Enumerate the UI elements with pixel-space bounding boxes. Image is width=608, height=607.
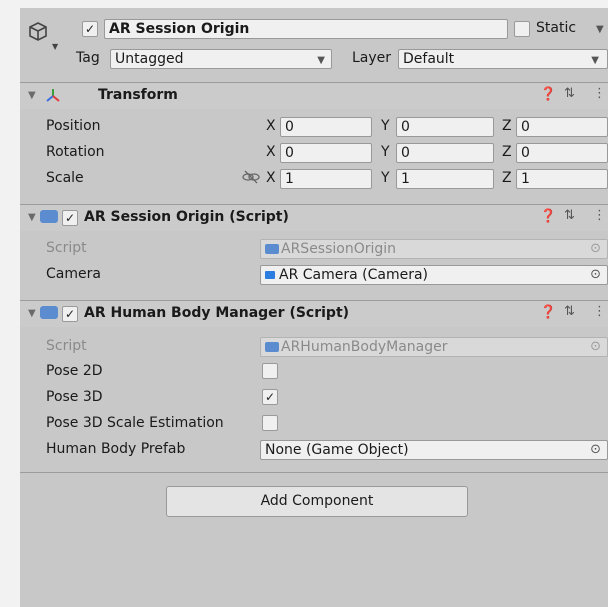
axis-y-label: Y	[381, 170, 390, 186]
preset-icon[interactable]: ⇅	[564, 208, 575, 223]
pose3d-label: Pose 3D	[46, 389, 103, 405]
help-icon[interactable]: ❓	[540, 209, 556, 224]
layer-label: Layer	[352, 50, 392, 66]
preset-icon[interactable]: ⇅	[564, 86, 575, 101]
position-x-field[interactable]: 0	[280, 117, 372, 137]
prefab-value: None (Game Object)	[265, 442, 409, 458]
script-icon	[265, 342, 279, 352]
gameobject-icon	[26, 20, 50, 44]
static-dropdown-arrow[interactable]: ▼	[596, 24, 604, 35]
axis-y-label: Y	[381, 118, 390, 134]
tag-value: Untagged	[115, 51, 184, 67]
object-picker-icon: ⊙	[590, 241, 601, 256]
foldout-arrow-icon[interactable]: ▼	[28, 90, 36, 101]
axis-x-label: X	[266, 118, 276, 134]
gameobject-icon-dropdown[interactable]: ▼	[52, 42, 58, 51]
axis-z-label: Z	[502, 118, 512, 134]
object-picker-icon[interactable]: ⊙	[590, 266, 601, 284]
session-origin-script-field: ARSessionOrigin ⊙	[260, 239, 608, 259]
axis-y-label: Y	[381, 144, 390, 160]
menu-icon[interactable]: ⋮	[593, 208, 606, 223]
inspector-panel: ▼ ✓ AR Session Origin Static ▼ Tag Untag…	[20, 8, 608, 607]
position-y-field[interactable]: 0	[396, 117, 494, 137]
script-label: Script	[46, 338, 87, 354]
transform-header[interactable]: ▼ Transform ❓ ⇅ ⋮	[20, 82, 608, 109]
tag-label: Tag	[76, 50, 100, 66]
chevron-down-icon: ▼	[317, 55, 325, 66]
transform-icon	[44, 86, 62, 108]
scale-z-field[interactable]: 1	[516, 169, 608, 189]
script-label: Script	[46, 240, 87, 256]
body-manager-script-field: ARHumanBodyManager ⊙	[260, 337, 608, 357]
scale-y-field[interactable]: 1	[396, 169, 494, 189]
axis-z-label: Z	[502, 144, 512, 160]
pose2d-label: Pose 2D	[46, 363, 103, 379]
menu-icon[interactable]: ⋮	[593, 86, 606, 101]
pose2d-checkbox[interactable]	[262, 363, 278, 379]
session-origin-header[interactable]: ▼ ✓ AR Session Origin (Script) ❓ ⇅ ⋮	[20, 204, 608, 231]
layer-value: Default	[403, 51, 455, 67]
position-label: Position	[46, 118, 101, 134]
active-toggle[interactable]: ✓	[82, 21, 98, 37]
camera-value: AR Camera (Camera)	[279, 267, 429, 283]
link-icon[interactable]	[242, 169, 260, 189]
prefab-field[interactable]: None (Game Object) ⊙	[260, 440, 608, 460]
camera-field[interactable]: AR Camera (Camera) ⊙	[260, 265, 608, 285]
pose3d-scale-label: Pose 3D Scale Estimation	[46, 415, 224, 431]
menu-icon[interactable]: ⋮	[593, 304, 606, 319]
help-icon[interactable]: ❓	[540, 305, 556, 320]
script-icon	[40, 210, 58, 223]
static-label: Static	[536, 20, 577, 36]
help-icon[interactable]: ❓	[540, 87, 556, 102]
section-divider	[20, 472, 608, 473]
axis-x-label: X	[266, 144, 276, 160]
script-icon	[40, 306, 58, 319]
axis-z-label: Z	[502, 170, 512, 186]
prefab-label: Human Body Prefab	[46, 441, 186, 457]
scale-x-field[interactable]: 1	[280, 169, 372, 189]
static-toggle[interactable]	[514, 21, 530, 37]
rotation-z-field[interactable]: 0	[516, 143, 608, 163]
script-value: ARSessionOrigin	[281, 241, 397, 257]
foldout-arrow-icon[interactable]: ▼	[28, 308, 36, 319]
camera-icon	[265, 271, 275, 279]
transform-title: Transform	[98, 87, 178, 103]
preset-icon[interactable]: ⇅	[564, 304, 575, 319]
body-manager-title: AR Human Body Manager (Script)	[84, 305, 350, 321]
object-picker-icon[interactable]: ⊙	[590, 441, 601, 459]
camera-label: Camera	[46, 266, 101, 282]
foldout-arrow-icon[interactable]: ▼	[28, 212, 36, 223]
layer-dropdown[interactable]: Default ▼	[398, 49, 608, 69]
chevron-down-icon: ▼	[591, 55, 599, 66]
add-component-button[interactable]: Add Component	[166, 486, 468, 517]
tag-dropdown[interactable]: Untagged ▼	[110, 49, 332, 69]
axis-x-label: X	[266, 170, 276, 186]
script-icon	[265, 244, 279, 254]
scale-label: Scale	[46, 170, 84, 186]
script-value: ARHumanBodyManager	[281, 339, 448, 355]
body-manager-enabled-toggle[interactable]: ✓	[62, 306, 78, 322]
rotation-label: Rotation	[46, 144, 105, 160]
object-name-field[interactable]: AR Session Origin	[104, 19, 508, 39]
rotation-y-field[interactable]: 0	[396, 143, 494, 163]
rotation-x-field[interactable]: 0	[280, 143, 372, 163]
object-picker-icon: ⊙	[590, 339, 601, 354]
pose3d-checkbox[interactable]: ✓	[262, 389, 278, 405]
body-manager-header[interactable]: ▼ ✓ AR Human Body Manager (Script) ❓ ⇅ ⋮	[20, 300, 608, 327]
pose3d-scale-checkbox[interactable]	[262, 415, 278, 431]
session-origin-enabled-toggle[interactable]: ✓	[62, 210, 78, 226]
position-z-field[interactable]: 0	[516, 117, 608, 137]
session-origin-title: AR Session Origin (Script)	[84, 209, 289, 225]
